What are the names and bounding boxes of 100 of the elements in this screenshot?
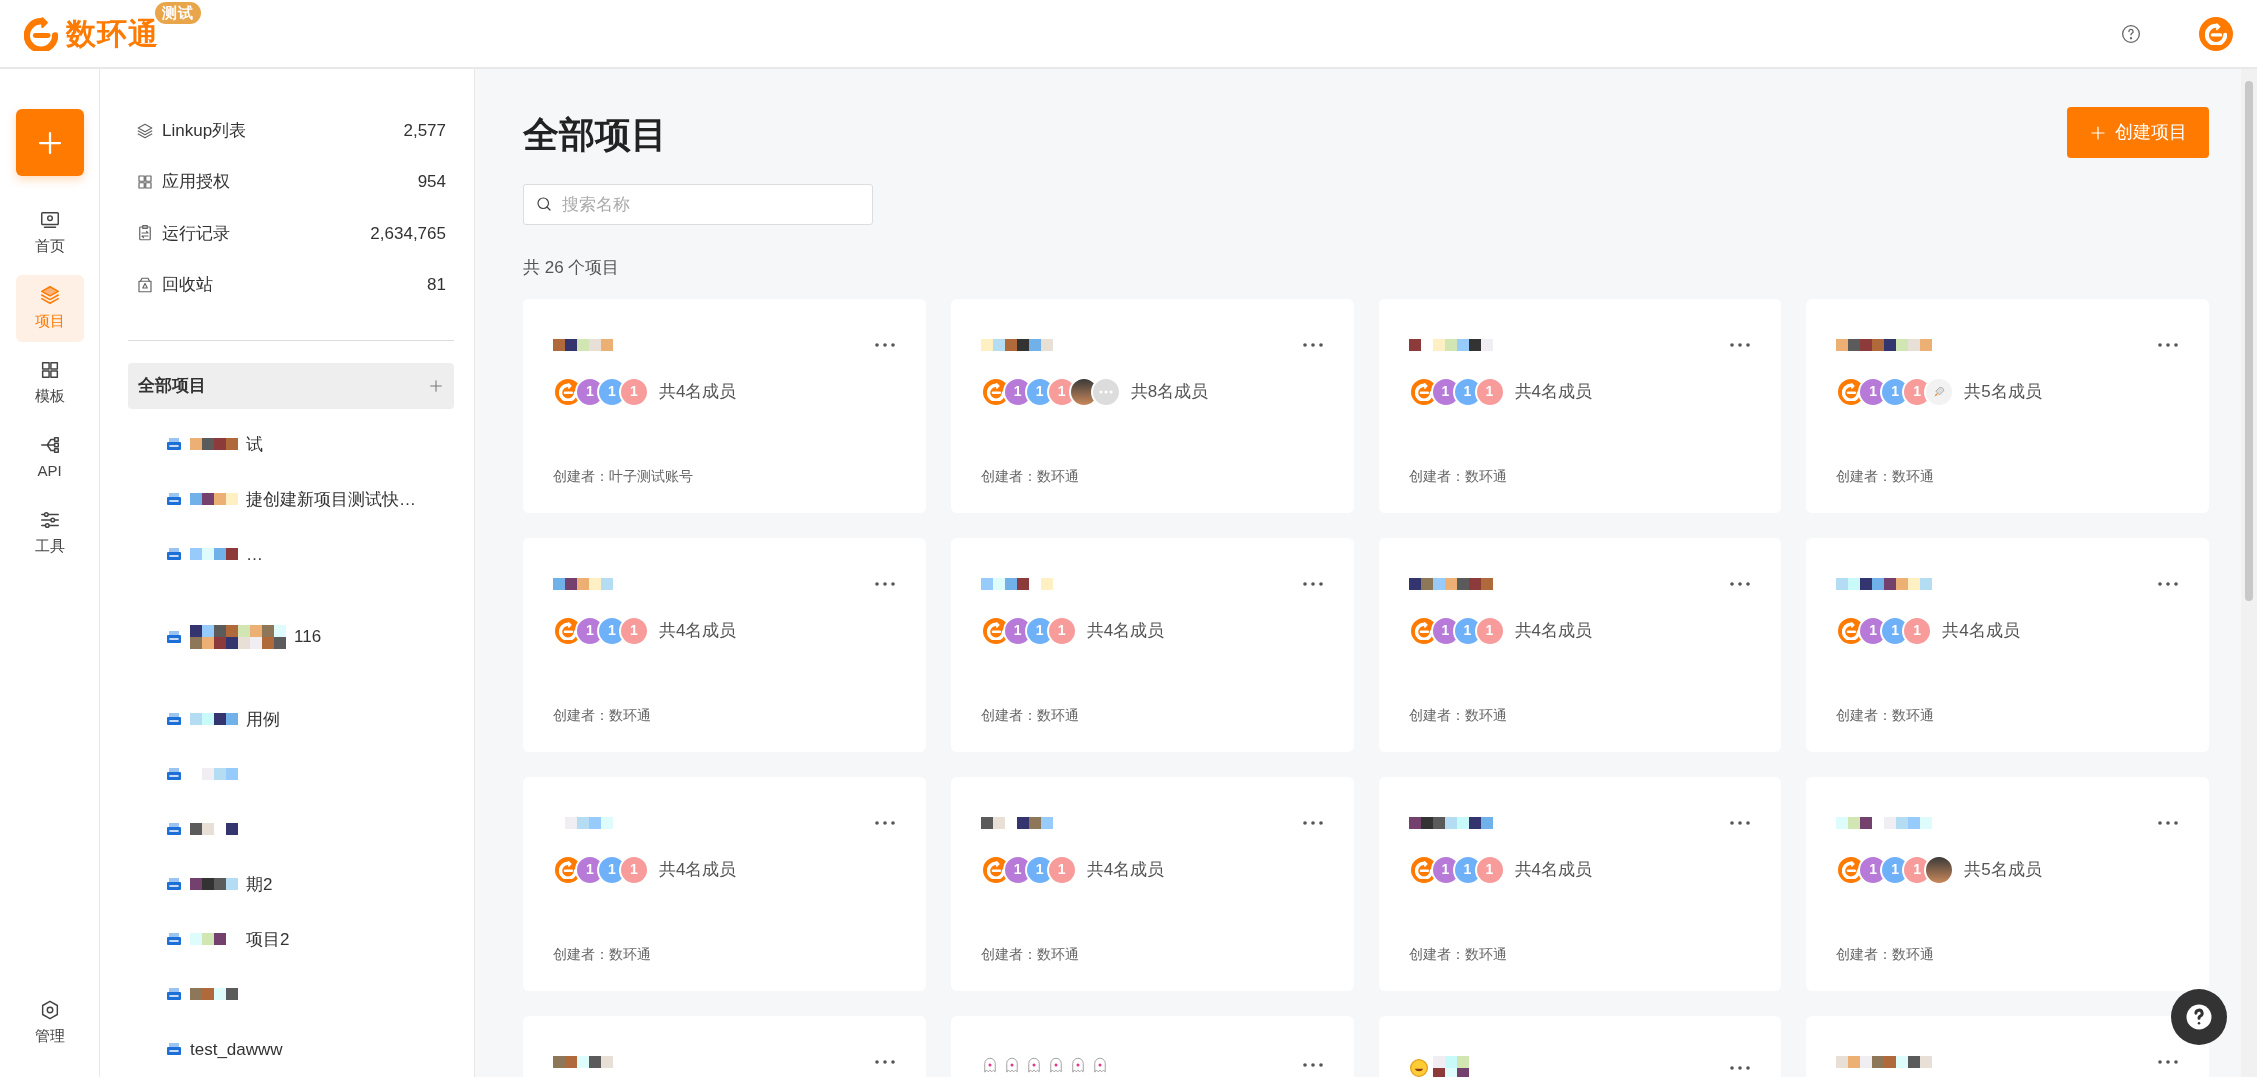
member-count: 共8名成员 [1130, 380, 1209, 403]
more-button[interactable] [1729, 1064, 1752, 1071]
layers-icon [136, 121, 154, 140]
item-count: 2,577 [403, 119, 446, 142]
project-card[interactable]: 1 1 1 共4名成员 创建者：数环通 [1378, 298, 1782, 513]
member-avatar: 1 [1474, 854, 1505, 885]
redacted-mosaic [553, 338, 613, 351]
project-card[interactable]: 1 1 1 共4名成员 创建者：叶子测试账号 [523, 298, 926, 513]
more-icon [1729, 580, 1752, 587]
project-item[interactable]: 捷创建新项目测试快… [128, 471, 454, 527]
nav-item[interactable]: 管理 [15, 990, 84, 1057]
more-button[interactable] [873, 819, 896, 826]
more-icon [1729, 341, 1752, 348]
more-icon [1729, 1064, 1752, 1071]
logo-icon [1842, 382, 1861, 401]
more-button[interactable] [873, 341, 896, 348]
project-card[interactable]: 1 1 1 共4名成员 创建者：数环通 [950, 537, 1354, 752]
layers-icon [38, 284, 61, 307]
more-button[interactable] [2157, 341, 2179, 348]
rocket-icon [1932, 384, 1947, 399]
bin-icon [136, 275, 154, 294]
project-card[interactable]: 1 1 1 共5名成员 创建者：数环通 [1806, 298, 2209, 513]
nav-link-label[interactable]: Linkup列表 [162, 117, 396, 144]
project-item[interactable]: 116 [128, 581, 454, 692]
member-avatar: 1 [1474, 615, 1505, 646]
member-count: 共5名成员 [1964, 858, 2042, 881]
plus-icon [428, 378, 444, 395]
more-icon [873, 819, 896, 826]
more-button[interactable] [1301, 819, 1324, 826]
folder-icon [166, 547, 182, 562]
nav-item[interactable]: 工具 [15, 500, 84, 567]
logo-icon [986, 621, 1005, 640]
project-count: 共 26 个项目 [523, 257, 621, 279]
creator-text: 创建者：数环通 [553, 944, 652, 964]
project-card[interactable]: 1 1 1 共4名成员 创建者：数环通 [1378, 776, 1782, 991]
redacted-mosaic [553, 577, 613, 590]
more-button[interactable] [2157, 580, 2179, 587]
project-item[interactable]: … [128, 526, 454, 582]
project-card[interactable]: 1 1 1 共4名成员 创建者：数环通 [1806, 537, 2209, 752]
project-item[interactable]: 期2 [128, 856, 454, 912]
more-icon [1098, 389, 1113, 394]
project-card[interactable]: 1 1 1 共5名成员 创建者：数环通 [1806, 776, 2209, 991]
folder-icon [166, 987, 182, 1002]
member-avatar: 1 [1046, 854, 1077, 885]
more-button[interactable] [1301, 1061, 1324, 1068]
more-icon [2157, 819, 2179, 826]
logo-icon [2205, 22, 2227, 45]
more-button[interactable] [2157, 1058, 2179, 1065]
project-card[interactable]: 1 1 1 共4名成员 创建者：数环通 [523, 537, 926, 752]
member-count: 共4名成员 [1514, 380, 1592, 403]
project-item[interactable]: 项目2 [128, 911, 454, 967]
more-button[interactable] [2157, 819, 2179, 826]
nav-item[interactable]: 模板 [15, 350, 84, 417]
creator-text: 创建者：数环通 [980, 466, 1080, 486]
folder-icon [166, 492, 182, 507]
smiley-icon [1408, 1057, 1429, 1077]
more-button[interactable] [1729, 580, 1752, 587]
scrollbar-thumb[interactable] [2245, 81, 2253, 601]
creator-text: 创建者：数环通 [1408, 705, 1508, 725]
member-count: 共4名成员 [1942, 619, 2020, 642]
logo-icon [559, 860, 577, 879]
creator-text: 创建者：数环通 [553, 705, 652, 725]
folder-icon [166, 437, 182, 452]
creator-text: 创建者：数环通 [980, 944, 1080, 964]
project-item[interactable]: 试 [128, 416, 454, 472]
all-projects-tab[interactable]: 全部项目 [128, 363, 454, 409]
logo-icon [986, 860, 1005, 879]
more-button[interactable] [1729, 341, 1752, 348]
nav-item[interactable]: API [15, 425, 84, 492]
page-title: 全部项目 [523, 113, 667, 157]
more-button[interactable] [1301, 341, 1324, 348]
member-avatar: 1 [619, 615, 649, 646]
member-avatar: 1 [1474, 376, 1505, 407]
logo-icon [1842, 621, 1861, 640]
grid-icon [136, 172, 154, 191]
project-item[interactable]: 用例 [128, 691, 454, 747]
creator-text: 创建者：数环通 [1408, 944, 1508, 964]
nav-link-label[interactable]: 回收站 [162, 271, 420, 298]
creator-text: 创建者：数环通 [1836, 466, 1936, 486]
more-button[interactable] [873, 580, 896, 587]
project-card[interactable]: 1 1 1 共4名成员 创建者：数环通 [950, 776, 1354, 991]
nav-link-label[interactable]: 运行记录 [162, 220, 363, 247]
member-count: 共4名成员 [1086, 858, 1165, 881]
member-count: 共5名成员 [1964, 380, 2042, 403]
user-avatar[interactable] [2199, 16, 2233, 51]
project-card[interactable]: 1 1 1 共4名成员 创建者：数环通 [1378, 537, 1782, 752]
creator-text: 创建者：数环通 [1836, 705, 1936, 725]
search-field[interactable]: 搜索名称 [523, 184, 873, 225]
more-button[interactable] [873, 1058, 896, 1065]
folder-icon [166, 822, 182, 837]
project-card[interactable]: 1 1 1 共4名成员 创建者：数环通 [523, 776, 926, 991]
more-button[interactable] [1301, 580, 1324, 587]
creator-text: 创建者：叶子测试账号 [553, 466, 694, 486]
nav-link-label[interactable]: 应用授权 [162, 169, 410, 195]
nav-item[interactable]: 首页 [15, 200, 84, 267]
more-button[interactable] [1729, 819, 1752, 826]
project-card[interactable]: 1 1 1 共8名成员 创建者：数环通 [950, 298, 1354, 513]
folder-icon [166, 767, 182, 782]
redacted-mosaic [1432, 1055, 1469, 1077]
project-item[interactable]: test_dawww [128, 1021, 454, 1077]
